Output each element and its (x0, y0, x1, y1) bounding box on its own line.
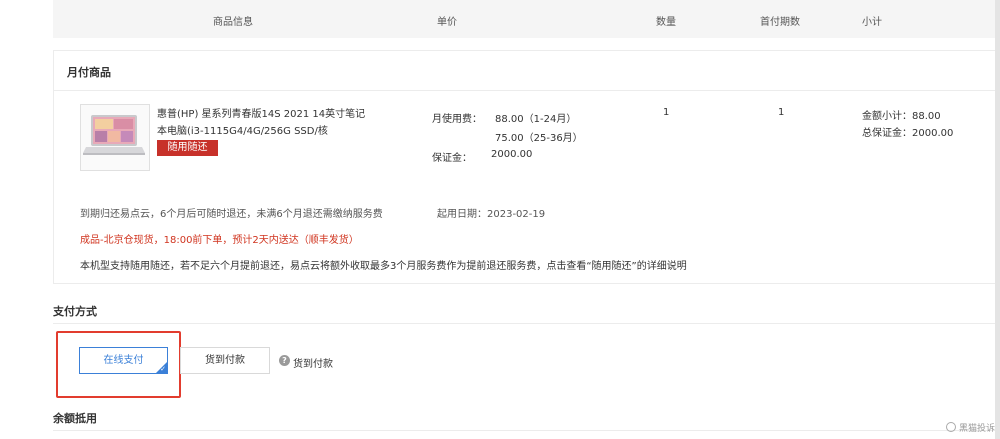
watermark: 黑猫投诉 (959, 424, 996, 434)
deposit-value: 2000.00 (491, 149, 533, 160)
balance-title: 余额抵用 (53, 412, 97, 425)
col-subtotal: 小计 (862, 17, 882, 28)
early-return-text: 本机型支持随用随还，若不足六个月提前退还，易点云将额外收取最多3个月服务费作为提… (80, 261, 587, 272)
monthly-fee-tier1: 88.00（1-24月） (495, 114, 577, 125)
start-date: 起用日期：2023-02-19 (437, 209, 546, 220)
return-anytime-badge: 随用随还 (157, 140, 218, 156)
product-name-line1: 惠普(HP) 星系列青春版14S 2021 14英寸笔记 (157, 109, 366, 120)
cod-payment-option[interactable]: 货到付款 (180, 347, 270, 374)
product-thumbnail[interactable] (80, 104, 150, 171)
monthly-goods-panel: 月付商品 惠普(HP) 星系列青春版14S 2021 14英寸笔记 本电脑(i3… (53, 50, 1000, 284)
quantity-value: 1 (663, 107, 670, 118)
payment-divider (53, 323, 1000, 324)
help-icon[interactable]: ? (279, 355, 290, 366)
balance-divider (53, 430, 1000, 431)
checkmark-icon: ✓ (160, 365, 166, 373)
return-policy-note: 到期归还易点云，6个月后可随时退还，未满6个月退还需缴纳服务费 (80, 209, 383, 220)
online-payment-option[interactable]: 在线支付 ✓ (79, 347, 168, 374)
col-quantity: 数量 (656, 17, 676, 28)
col-first-periods: 首付期数 (760, 17, 800, 28)
monthly-fee-label: 月使用费： (432, 114, 482, 125)
col-unit-price: 单价 (437, 17, 457, 28)
payment-method-title: 支付方式 (53, 305, 97, 318)
col-product-info: 商品信息 (213, 17, 253, 28)
scrollbar[interactable] (995, 0, 1000, 439)
shipping-note: 成品-北京仓现货，18:00前下单，预计2天内送达（顺丰发货） (80, 235, 359, 246)
panel-title: 月付商品 (67, 66, 111, 79)
watermark-cat-icon (946, 422, 956, 432)
early-return-note: 本机型支持随用随还，若不足六个月提前退还，易点云将额外收取最多3个月服务费作为提… (80, 257, 687, 272)
amount-subtotal: 金额小计：88.00 (862, 111, 941, 122)
panel-divider (54, 90, 1000, 91)
early-return-suffix: 的详细说明 (636, 261, 687, 272)
deposit-label: 保证金： (432, 153, 472, 164)
online-payment-label: 在线支付 (103, 355, 144, 366)
monthly-fee-tier2: 75.00（25-36月） (495, 133, 583, 144)
early-return-link[interactable]: “随用随还” (586, 261, 636, 272)
laptop-image (83, 115, 145, 155)
table-header: 商品信息 单价 数量 首付期数 小计 (53, 0, 1000, 38)
first-periods-value: 1 (778, 107, 785, 118)
deposit-total: 总保证金：2000.00 (862, 128, 954, 139)
cod-help-label[interactable]: 货到付款 (293, 355, 333, 370)
